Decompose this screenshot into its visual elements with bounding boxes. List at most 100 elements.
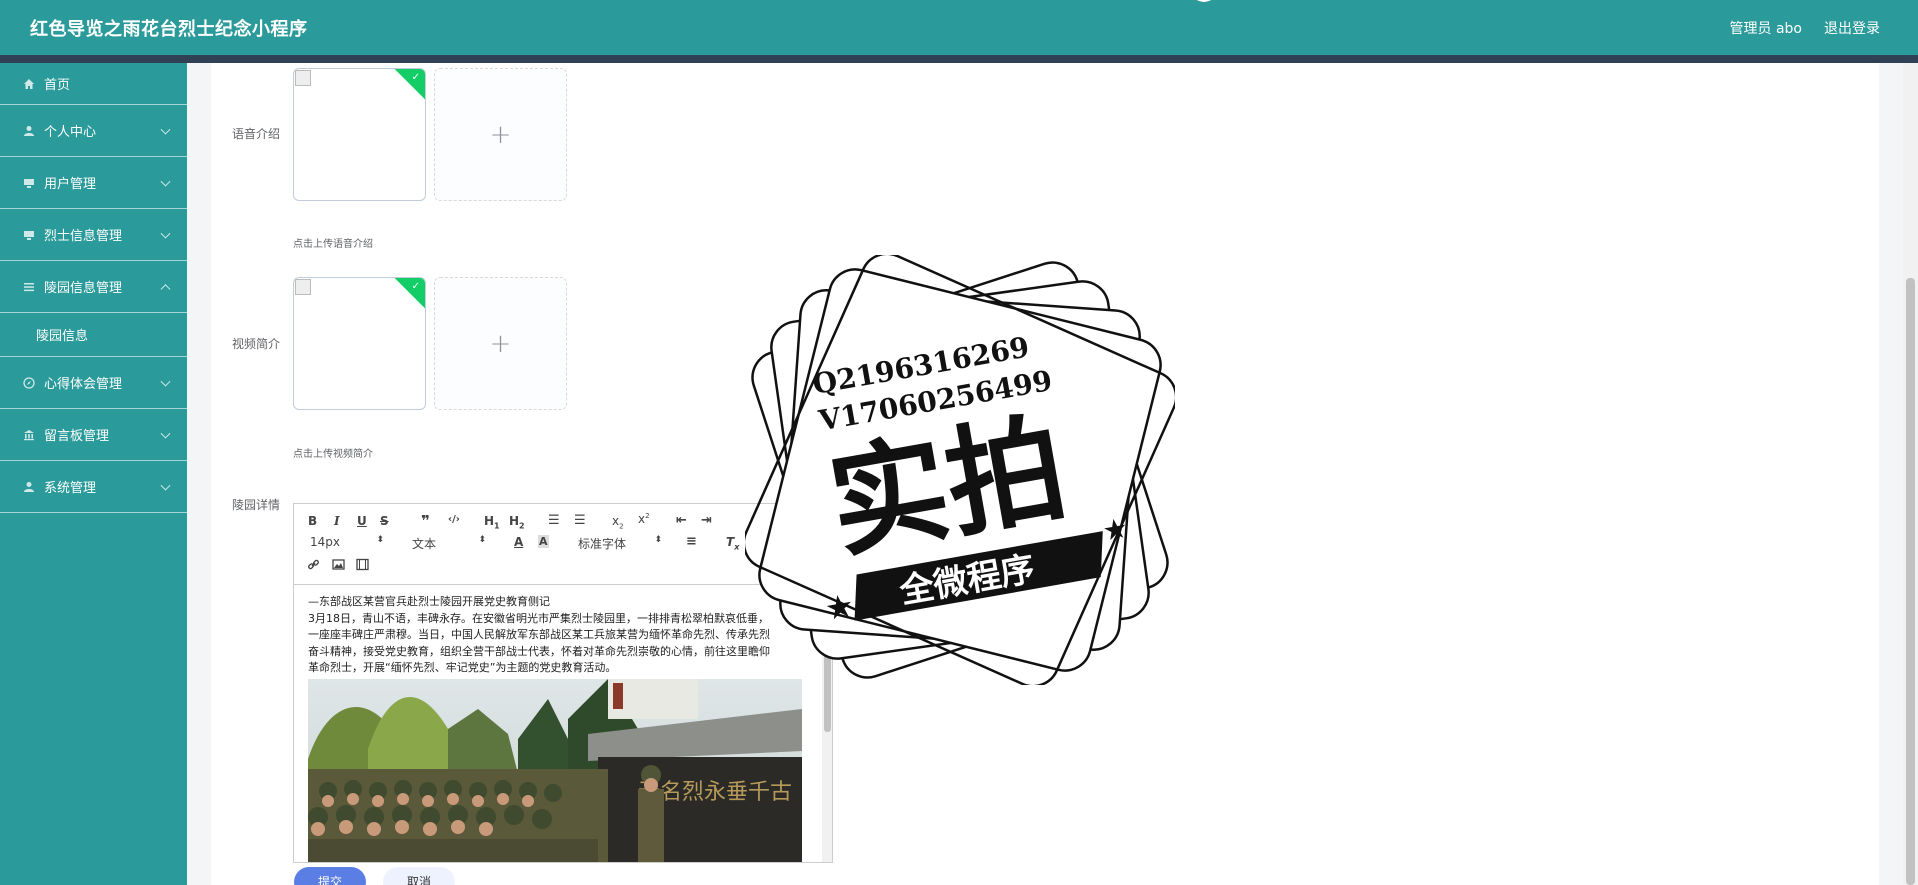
code-block-button[interactable]: ‹/› bbox=[448, 514, 460, 525]
content-photo: 无名烈永垂千古 bbox=[308, 678, 802, 862]
upload-success-badge bbox=[393, 69, 425, 101]
video-upload-hint: 点击上传视频简介 bbox=[293, 449, 373, 460]
rich-text-editor[interactable]: B I U S ❞ ‹/› H1 H2 ☰ ☰ x2 x2 ⇤ ⇥ 14px ⬍… bbox=[293, 503, 833, 863]
image-icon[interactable] bbox=[332, 558, 345, 574]
bold-button[interactable]: B bbox=[308, 514, 317, 528]
sidebar-item-home[interactable]: 首页 bbox=[0, 63, 187, 105]
video-upload-button[interactable]: + bbox=[434, 277, 567, 410]
strike-button[interactable]: S bbox=[380, 514, 389, 528]
select-arrow-icon: ⬍ bbox=[654, 535, 662, 545]
heading2-button[interactable]: H2 bbox=[509, 514, 525, 530]
sidebar-item-messages[interactable]: 留言板管理 bbox=[0, 409, 187, 461]
font-size-select[interactable]: 14px ⬍ bbox=[310, 535, 384, 549]
editor-scrollbar[interactable] bbox=[822, 586, 832, 862]
chevron-down-icon bbox=[160, 124, 171, 135]
chevron-up-icon bbox=[160, 283, 171, 294]
video-intro-label: 视频简介 bbox=[232, 337, 281, 351]
chevron-down-icon bbox=[160, 428, 171, 439]
sidebar-item-label: 留言板管理 bbox=[44, 429, 110, 444]
check-icon: ✓ bbox=[411, 72, 420, 83]
sidebar: 首页 个人中心 用户管理 烈士信息管理 陵园信息管理 陵园信息 心得体会管理 留… bbox=[0, 63, 187, 885]
sidebar-item-label: 烈士信息管理 bbox=[44, 229, 123, 244]
underline-button[interactable]: U bbox=[357, 514, 367, 528]
cancel-button[interactable]: 取消 bbox=[383, 867, 456, 885]
font-family-value: 标准字体 bbox=[578, 537, 627, 551]
editor-content[interactable]: —东部战区某营官兵赴烈士陵园开展党史教育侧记 3月18日，青山不语，丰碑永存。在… bbox=[294, 586, 822, 862]
upload-success-badge bbox=[393, 278, 425, 310]
video-uploaded-item[interactable]: ✓ bbox=[293, 277, 426, 410]
sidebar-item-label: 陵园信息管理 bbox=[44, 281, 123, 296]
content-line: 3月18日，青山不语，丰碑永存。在安徽省明光市严集烈士陵园里，一排排青松翠柏默哀… bbox=[308, 611, 769, 625]
header-actions: 管理员 abo 退出登录 bbox=[1730, 18, 1880, 38]
content-line: 奋斗精神，接受党史教育，组织全营干部战士代表，怀着对革命先烈崇敬的心情，前往这里… bbox=[308, 644, 770, 658]
logout-link[interactable]: 退出登录 bbox=[1824, 18, 1880, 38]
sidebar-item-label: 用户管理 bbox=[44, 177, 97, 192]
editor-scroll-thumb[interactable] bbox=[824, 602, 831, 732]
text-style-select[interactable]: 文本 ⬍ bbox=[412, 535, 486, 552]
content-line: 革命烈士，开展“缅怀先烈、牢记党史”为主题的党史教育活动。 bbox=[308, 661, 617, 674]
video-icon[interactable] bbox=[356, 558, 369, 574]
sidebar-item-label: 心得体会管理 bbox=[44, 377, 123, 392]
sidebar-item-label: 个人中心 bbox=[44, 125, 97, 140]
chevron-down-icon bbox=[160, 228, 171, 239]
superscript-button[interactable]: x2 bbox=[638, 512, 650, 526]
editor-toolbar: B I U S ❞ ‹/› H1 H2 ☰ ☰ x2 x2 ⇤ ⇥ 14px ⬍… bbox=[294, 504, 832, 585]
chevron-down-icon bbox=[160, 176, 171, 187]
chevron-down-icon bbox=[160, 376, 171, 387]
sidebar-item-profile[interactable]: 个人中心 bbox=[0, 105, 187, 157]
chevron-down-icon bbox=[160, 480, 171, 491]
sidebar-item-martyrs[interactable]: 烈士信息管理 bbox=[0, 209, 187, 261]
broken-image-icon bbox=[295, 70, 311, 86]
bullet-list-icon[interactable]: ☰ bbox=[574, 513, 586, 528]
submit-button[interactable]: 提交 bbox=[294, 867, 367, 885]
check-icon: ✓ bbox=[411, 281, 420, 292]
top-header: 红色导览之雨花台烈士纪念小程序 管理员 abo 退出登录 bbox=[0, 0, 1918, 55]
sidebar-item-cemetery[interactable]: 陵园信息管理 bbox=[0, 261, 187, 313]
audio-upload-hint: 点击上传语音介绍 bbox=[293, 239, 373, 250]
ordered-list-icon[interactable]: ☰ bbox=[548, 513, 560, 528]
list-icon bbox=[22, 280, 36, 294]
select-arrow-icon: ⬍ bbox=[376, 535, 384, 545]
sidebar-item-users[interactable]: 用户管理 bbox=[0, 157, 187, 209]
app-title: 红色导览之雨花台烈士纪念小程序 bbox=[30, 19, 308, 40]
subscript-button[interactable]: x2 bbox=[612, 514, 624, 530]
italic-button[interactable]: I bbox=[334, 514, 340, 528]
compass-icon bbox=[22, 376, 36, 390]
sidebar-item-label: 系统管理 bbox=[44, 481, 97, 496]
audio-upload-button[interactable]: + bbox=[434, 68, 567, 201]
broken-image-icon bbox=[295, 279, 311, 295]
text-style-value: 文本 bbox=[412, 537, 437, 551]
user-icon bbox=[22, 124, 36, 138]
sidebar-item-system[interactable]: 系统管理 bbox=[0, 461, 187, 513]
content-line: —东部战区某营官兵赴烈士陵园开展党史教育侧记 bbox=[308, 595, 550, 608]
blockquote-button[interactable]: ❞ bbox=[421, 512, 430, 530]
font-family-select[interactable]: 标准字体 ⬍ bbox=[578, 535, 662, 552]
monitor-icon bbox=[22, 228, 36, 242]
sidebar-subitem-cemetery-info[interactable]: 陵园信息 bbox=[0, 313, 187, 357]
audio-uploaded-item[interactable]: ✓ bbox=[293, 68, 426, 201]
header-divider-bar bbox=[0, 55, 1918, 63]
home-icon bbox=[22, 77, 36, 91]
bank-icon bbox=[22, 428, 36, 442]
indent-icon[interactable]: ⇥ bbox=[701, 513, 712, 528]
font-color-button[interactable]: A bbox=[514, 535, 523, 549]
select-arrow-icon: ⬍ bbox=[478, 535, 486, 545]
content-line: 一座座丰碑庄严肃穆。当日，中国人民解放军东部战区某工兵旅某营为缅怀革命先烈、传承… bbox=[308, 628, 770, 641]
sidebar-item-experience[interactable]: 心得体会管理 bbox=[0, 357, 187, 409]
plus-icon: + bbox=[489, 328, 512, 359]
outdent-icon[interactable]: ⇤ bbox=[676, 513, 687, 528]
admin-user-label[interactable]: 管理员 abo bbox=[1730, 18, 1802, 38]
user-icon bbox=[22, 480, 36, 494]
sidebar-subitem-label: 陵园信息 bbox=[36, 329, 89, 344]
page-scroll-thumb[interactable] bbox=[1906, 278, 1915, 885]
clear-format-button[interactable]: Tx bbox=[726, 535, 739, 551]
plus-icon: + bbox=[489, 119, 512, 150]
header-ornament bbox=[1190, 0, 1218, 2]
audio-intro-label: 语音介绍 bbox=[232, 127, 281, 141]
heading1-button[interactable]: H1 bbox=[484, 514, 500, 530]
page-scrollbar[interactable] bbox=[1903, 63, 1918, 885]
monitor-icon bbox=[22, 176, 36, 190]
link-icon[interactable] bbox=[307, 558, 320, 574]
align-icon[interactable]: ≡ bbox=[686, 534, 697, 549]
background-color-button[interactable]: A bbox=[538, 535, 549, 548]
